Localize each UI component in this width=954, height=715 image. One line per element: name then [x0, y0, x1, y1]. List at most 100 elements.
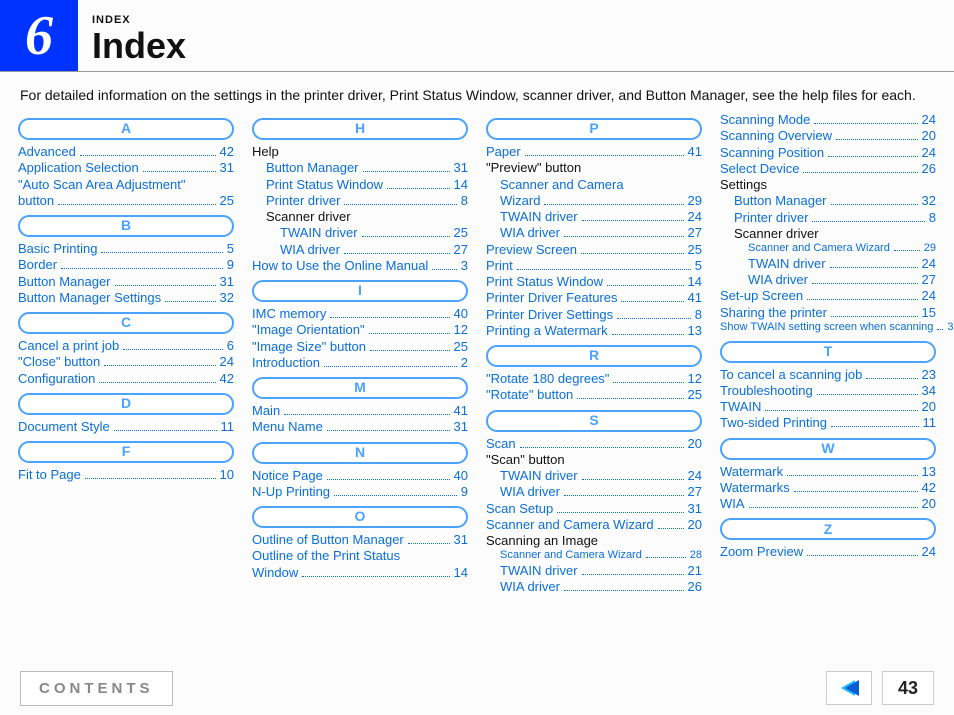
index-page: 20 [922, 128, 936, 144]
index-entry[interactable]: Introduction2 [252, 355, 468, 371]
leader-dots [828, 156, 917, 157]
index-entry[interactable]: Scanning Overview20 [720, 128, 936, 144]
index-entry[interactable]: Print Status Window14 [486, 274, 702, 290]
index-entry[interactable]: TWAIN driver25 [252, 225, 468, 241]
index-entry[interactable]: WIA driver27 [252, 242, 468, 258]
index-entry[interactable]: Watermarks42 [720, 480, 936, 496]
index-text: Scanner and Camera Wizard [500, 549, 642, 563]
index-entry[interactable]: TWAIN driver24 [486, 468, 702, 484]
leader-dots [544, 204, 683, 205]
leader-dots [284, 414, 449, 415]
index-text: Scanning Position [720, 145, 824, 161]
index-page: 31 [220, 274, 234, 290]
index-page: 28 [690, 549, 702, 563]
index-text: "Auto Scan Area Adjustment" [18, 177, 186, 193]
index-entry[interactable]: N-Up Printing9 [252, 484, 468, 500]
index-entry[interactable]: Select Device26 [720, 161, 936, 177]
index-entry[interactable]: WIA20 [720, 496, 936, 512]
index-entry[interactable]: WIA driver27 [720, 272, 936, 288]
index-entry[interactable]: Printer driver8 [252, 193, 468, 209]
index-entry[interactable]: "Rotate 180 degrees"12 [486, 371, 702, 387]
index-entry[interactable]: Outline of Button Manager31 [252, 532, 468, 548]
index-entry[interactable]: Print Status Window14 [252, 177, 468, 193]
index-text: Printer driver [734, 210, 808, 226]
index-heading: Scanning an Image [486, 533, 702, 549]
index-entry[interactable]: Printer Driver Features41 [486, 290, 702, 306]
contents-button[interactable]: CONTENTS [20, 671, 173, 706]
index-entry[interactable]: TWAIN driver21 [486, 563, 702, 579]
index-page: 5 [227, 241, 234, 257]
index-entry[interactable]: Button Manager31 [18, 274, 234, 290]
index-text: Border [18, 257, 57, 273]
index-entry[interactable]: Scanner and Camera Wizard20 [486, 517, 702, 533]
index-entry[interactable]: Button Manager32 [720, 193, 936, 209]
leader-dots [408, 543, 450, 544]
index-text: Printer driver [266, 193, 340, 209]
index-entry[interactable]: Watermark13 [720, 464, 936, 480]
index-entry[interactable]: Zoom Preview24 [720, 544, 936, 560]
letter-D: D [18, 393, 234, 415]
index-entry[interactable]: Print5 [486, 258, 702, 274]
index-entry[interactable]: Scanning Position24 [720, 145, 936, 161]
index-entry[interactable]: Scan20 [486, 436, 702, 452]
index-entry[interactable]: Fit to Page10 [18, 467, 234, 483]
index-entry[interactable]: TWAIN driver24 [720, 256, 936, 272]
index-page: 13 [922, 464, 936, 480]
index-entry[interactable]: Scanner and Camera [486, 177, 702, 193]
index-entry[interactable]: "Rotate" button25 [486, 387, 702, 403]
index-entry[interactable]: How to Use the Online Manual3 [252, 258, 468, 274]
index-entry[interactable]: Border9 [18, 257, 234, 273]
index-entry[interactable]: Printer Driver Settings8 [486, 307, 702, 323]
index-page: 31 [454, 419, 468, 435]
index-entry[interactable]: "Image Orientation"12 [252, 322, 468, 338]
index-entry[interactable]: Wizard29 [486, 193, 702, 209]
index-entry[interactable]: Preview Screen25 [486, 242, 702, 258]
index-page: 29 [924, 242, 936, 256]
index-entry[interactable]: Scan Setup31 [486, 501, 702, 517]
index-entry[interactable]: Button Manager31 [252, 160, 468, 176]
index-entry[interactable]: button25 [18, 193, 234, 209]
index-entry[interactable]: Outline of the Print Status [252, 548, 468, 564]
index-entry[interactable]: Printing a Watermark13 [486, 323, 702, 339]
leader-dots [812, 283, 918, 284]
index-entry[interactable]: Scanner and Camera Wizard 28 [486, 549, 702, 563]
index-entry[interactable]: WIA driver26 [486, 579, 702, 595]
index-entry[interactable]: Cancel a print job6 [18, 338, 234, 354]
index-text: Outline of Button Manager [252, 532, 404, 548]
index-entry[interactable]: Window14 [252, 565, 468, 581]
index-entry[interactable]: Sharing the printer15 [720, 305, 936, 321]
index-entry[interactable]: Button Manager Settings32 [18, 290, 234, 306]
index-entry[interactable]: Scanner and Camera Wizard29 [720, 242, 936, 256]
index-entry[interactable]: "Image Size" button25 [252, 339, 468, 355]
index-entry[interactable]: TWAIN driver24 [486, 209, 702, 225]
index-text: Scan [486, 436, 516, 452]
index-entry[interactable]: Main41 [252, 403, 468, 419]
back-button[interactable] [826, 671, 872, 705]
index-entry[interactable]: Notice Page40 [252, 468, 468, 484]
index-entry[interactable]: Configuration42 [18, 371, 234, 387]
index-entry[interactable]: Troubleshooting34 [720, 383, 936, 399]
index-entry[interactable]: WIA driver27 [486, 225, 702, 241]
index-text: "Preview" button [486, 160, 581, 176]
index-entry[interactable]: Set-up Screen24 [720, 288, 936, 304]
index-entry[interactable]: Printer driver8 [720, 210, 936, 226]
leader-dots [564, 236, 684, 237]
index-entry[interactable]: Menu Name31 [252, 419, 468, 435]
index-entry[interactable]: IMC memory40 [252, 306, 468, 322]
index-entry[interactable]: Advanced42 [18, 144, 234, 160]
index-entry[interactable]: "Auto Scan Area Adjustment" [18, 177, 234, 193]
index-entry[interactable]: Two-sided Printing11 [720, 415, 936, 431]
index-entry[interactable]: Scanning Mode24 [720, 112, 936, 128]
index-entry[interactable]: Document Style11 [18, 419, 234, 435]
index-page: 12 [688, 371, 702, 387]
index-entry[interactable]: "Close" button24 [18, 354, 234, 370]
index-entry[interactable]: To cancel a scanning job23 [720, 367, 936, 383]
index-entry[interactable]: Show TWAIN setting screen when scanning3… [720, 321, 936, 335]
index-entry[interactable]: Application Selection31 [18, 160, 234, 176]
index-text: WIA driver [500, 484, 560, 500]
index-page: 11 [221, 419, 235, 435]
index-entry[interactable]: TWAIN20 [720, 399, 936, 415]
index-entry[interactable]: Paper41 [486, 144, 702, 160]
index-entry[interactable]: WIA driver27 [486, 484, 702, 500]
index-entry[interactable]: Basic Printing5 [18, 241, 234, 257]
